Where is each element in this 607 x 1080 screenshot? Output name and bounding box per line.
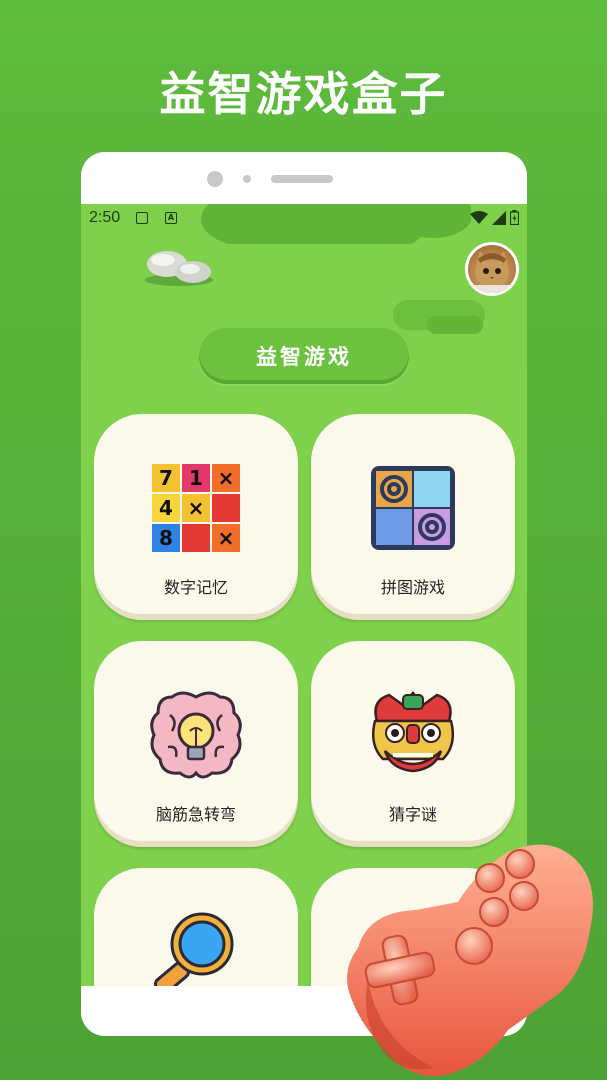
game-card-label: 脑筋急转弯	[155, 805, 236, 824]
grass-patch	[427, 316, 483, 334]
game-card-label: 数字记忆	[163, 578, 228, 597]
grid-cell-text: 7	[159, 466, 173, 490]
cat-avatar-icon	[468, 251, 516, 293]
number-grid-icon: 7 1 × 4 × 8 ×	[152, 464, 240, 552]
game-card-brain-teaser[interactable]: 脑筋急转弯	[94, 641, 298, 841]
game-card-puzzle[interactable]: 拼图游戏	[311, 414, 515, 614]
grid-cell-text: ×	[188, 496, 205, 520]
game-card-magnifier[interactable]	[94, 868, 298, 986]
stones-decoration	[145, 251, 213, 286]
magnifier-icon	[154, 912, 234, 986]
game-card-riddle[interactable]: 猜字谜	[311, 641, 515, 841]
grid-cell-text: ×	[218, 526, 235, 550]
speaker-icon	[271, 175, 333, 183]
battery-icon	[510, 210, 519, 225]
phone-top-bezel	[81, 152, 527, 204]
wifi-icon	[470, 210, 488, 224]
a-letter-icon: A	[165, 212, 177, 224]
game-card-number-memory[interactable]: 7 1 × 4 × 8 × 数字记忆	[94, 414, 298, 614]
camera-icon	[207, 171, 223, 187]
game-card-label: 拼图游戏	[380, 578, 445, 597]
grid-cell-text: 1	[189, 466, 203, 490]
grid-cell-text: 8	[159, 526, 173, 550]
promo-headline: 益智游戏盒子	[159, 67, 448, 121]
gamepad-icon	[347, 844, 593, 1076]
grid-cell-text: ×	[218, 466, 235, 490]
section-title: 益智游戏	[199, 328, 409, 384]
cloud-decoration	[201, 204, 471, 244]
image-icon	[136, 212, 148, 224]
puzzle-tiles-icon	[371, 466, 455, 550]
sensor-icon	[243, 175, 251, 183]
status-time: 2:50	[89, 209, 121, 226]
brain-bulb-icon	[150, 691, 242, 779]
lion-dance-icon	[372, 691, 454, 773]
signal-icon	[492, 210, 506, 225]
game-card-label: 猜字谜	[388, 805, 437, 824]
user-avatar[interactable]	[465, 242, 519, 296]
grid-cell-text: 4	[159, 496, 173, 520]
status-right-group	[470, 210, 519, 225]
